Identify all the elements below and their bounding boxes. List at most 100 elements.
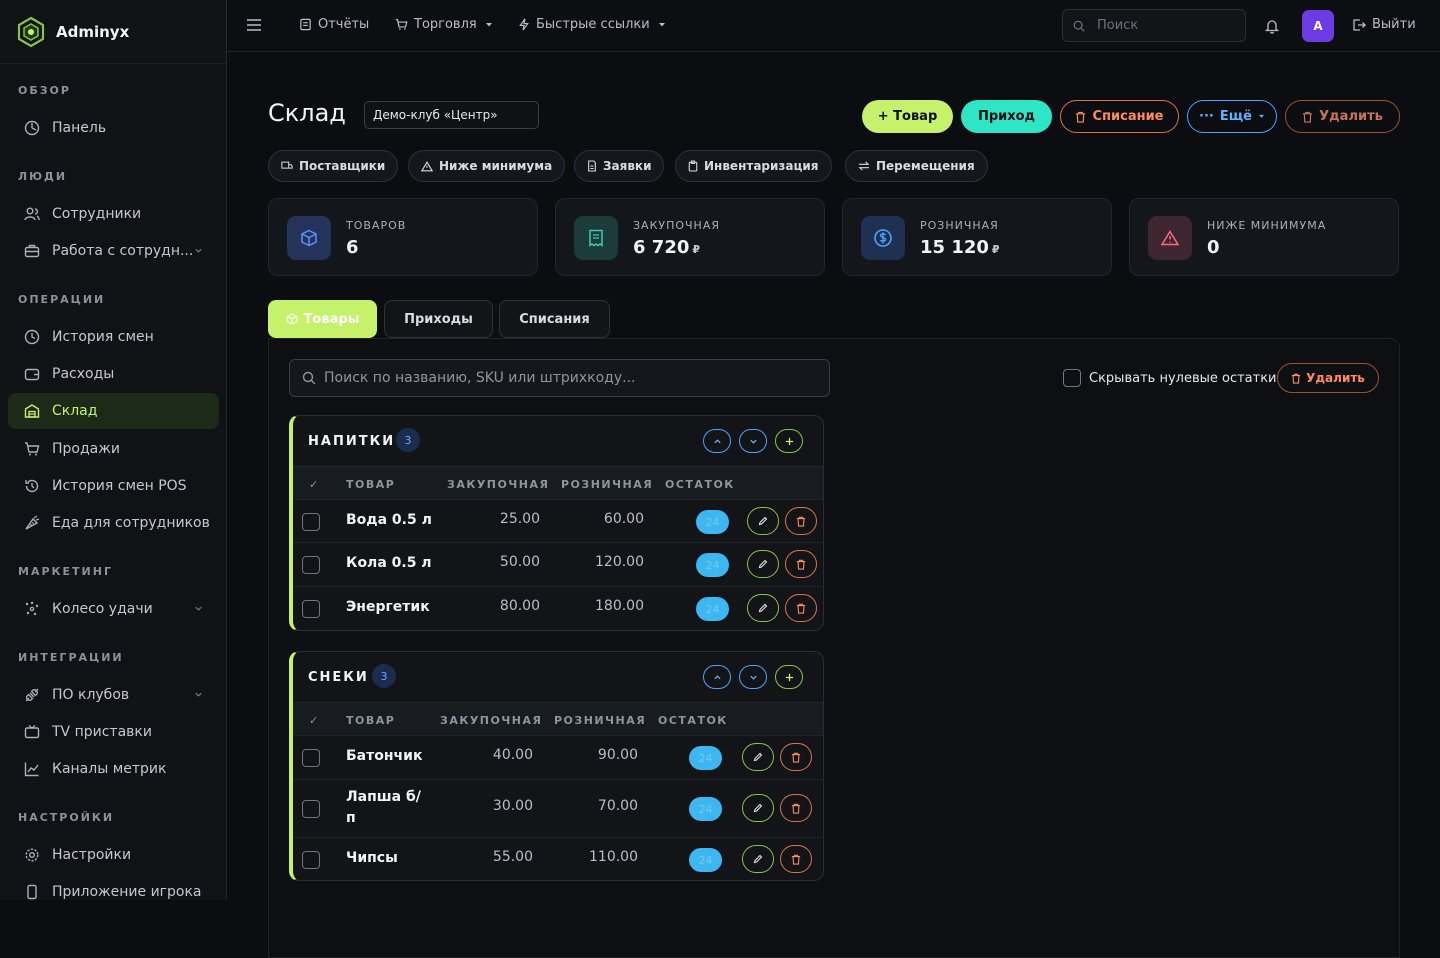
nav-quick-links[interactable]: Быстрые ссылки — [518, 17, 672, 32]
chip-label: Поставщики — [299, 159, 385, 173]
tab-products[interactable]: Товары — [268, 300, 377, 338]
caret-down-icon — [1258, 114, 1265, 119]
delete-button[interactable]: Удалить — [1285, 100, 1400, 133]
edit-button[interactable] — [742, 743, 774, 771]
stat-card-below-min: НИЖЕ МИНИМУМА 0 — [1129, 198, 1399, 276]
sidebar-item-player-app[interactable]: Приложение игрока — [8, 874, 219, 900]
more-button[interactable]: ··· Ещё — [1187, 100, 1277, 133]
row-checkbox[interactable] — [302, 600, 320, 618]
sidebar-item-metrics[interactable]: Каналы метрик — [8, 751, 219, 787]
sidebar-item-expenses[interactable]: Расходы — [8, 356, 219, 392]
menu-toggle-icon[interactable] — [246, 18, 262, 32]
sidebar-item-staff-food[interactable]: Еда для сотрудников — [8, 505, 219, 541]
products-panel: Поиск по названию, SKU или штрихкоду... … — [268, 338, 1400, 958]
writeoff-button[interactable]: Списание — [1060, 100, 1179, 133]
bulk-delete-label: Удалить — [1306, 371, 1365, 385]
edit-button[interactable] — [742, 794, 774, 822]
sidebar-item-settings[interactable]: Настройки — [8, 837, 219, 873]
nav-quick-links-label: Быстрые ссылки — [536, 17, 650, 32]
group-count-badge: 3 — [372, 664, 396, 688]
delete-row-button[interactable] — [780, 743, 812, 771]
tab-writeoffs[interactable]: Списания — [499, 300, 610, 338]
move-down-button[interactable] — [739, 429, 767, 453]
nav-trade[interactable]: Торговля — [395, 17, 499, 32]
food-icon — [24, 515, 40, 531]
trash-icon — [1291, 373, 1301, 384]
edit-button[interactable] — [747, 594, 779, 622]
stat-number: 6 720 — [633, 237, 689, 258]
hide-zero-checkbox[interactable] — [1063, 369, 1081, 387]
sidebar-item-employees[interactable]: Сотрудники — [8, 196, 219, 232]
avatar[interactable]: A — [1302, 10, 1334, 42]
sidebar-item-tv[interactable]: TV приставки — [8, 714, 219, 750]
tab-incomes[interactable]: Приходы — [384, 300, 493, 338]
purchase-price: 50.00 — [500, 554, 540, 570]
sidebar-item-dashboard[interactable]: Панель — [8, 110, 219, 146]
logo-icon — [16, 16, 46, 48]
edit-button[interactable] — [747, 550, 779, 578]
delete-row-button[interactable] — [785, 550, 817, 578]
product-search-input[interactable]: Поиск по названию, SKU или штрихкоду... — [289, 359, 830, 397]
chip-transfers[interactable]: Перемещения — [845, 150, 988, 182]
tab-label: Товары — [304, 312, 360, 327]
column-retail: РОЗНИЧНАЯ — [554, 714, 646, 727]
delete-row-button[interactable] — [780, 794, 812, 822]
edit-button[interactable] — [742, 845, 774, 873]
nav-reports[interactable]: Отчёты — [299, 17, 369, 32]
stat-value: 15 120₽ — [920, 237, 1000, 258]
wallet-icon — [24, 366, 40, 382]
bulk-delete-button[interactable]: Удалить — [1277, 363, 1379, 393]
page-title: Склад — [268, 99, 346, 127]
sidebar-item-club-software[interactable]: ПО клубов — [8, 677, 219, 713]
retail-price: 110.00 — [589, 849, 638, 865]
sidebar-item-sales[interactable]: Продажи — [8, 431, 219, 467]
move-up-button[interactable] — [703, 665, 731, 689]
add-product-button[interactable]: + Товар — [862, 100, 953, 133]
add-to-group-button[interactable] — [775, 429, 803, 453]
move-down-button[interactable] — [739, 665, 767, 689]
sidebar-item-work[interactable]: Работа с сотрудн... — [8, 233, 219, 269]
global-search-input[interactable]: Поиск — [1062, 9, 1246, 42]
brand[interactable]: Adminyx — [0, 0, 226, 64]
section-title-operations: ОПЕРАЦИИ — [0, 291, 105, 309]
delete-row-button[interactable] — [785, 594, 817, 622]
row-checkbox[interactable] — [302, 556, 320, 574]
chip-below-min[interactable]: Ниже минимума — [408, 150, 565, 182]
sidebar-item-warehouse[interactable]: Склад — [8, 393, 219, 429]
row-checkbox[interactable] — [302, 513, 320, 531]
product-name: Энергетик — [346, 597, 430, 618]
income-button[interactable]: Приход — [961, 100, 1052, 133]
logout-button[interactable]: Выйти — [1352, 17, 1416, 32]
sidebar-item-shift-history[interactable]: История смен — [8, 319, 219, 355]
hide-zero-toggle[interactable]: Скрывать нулевые остатки — [1063, 369, 1277, 387]
stat-currency: ₽ — [692, 243, 700, 256]
sidebar-item-pos-history[interactable]: История смен POS — [8, 468, 219, 504]
chip-requests[interactable]: Заявки — [574, 150, 664, 182]
chip-inventory[interactable]: Инвентаризация — [675, 150, 832, 182]
club-select[interactable]: Демо-клуб «Центр» — [364, 101, 539, 129]
gear-icon — [24, 847, 40, 863]
delete-row-button[interactable] — [785, 507, 817, 535]
row-checkbox[interactable] — [302, 800, 320, 818]
delete-row-button[interactable] — [780, 845, 812, 873]
sidebar-item-label: История смен POS — [52, 478, 187, 494]
bell-icon[interactable] — [1265, 19, 1279, 34]
edit-button[interactable] — [747, 507, 779, 535]
sidebar: Adminyx ОБЗОР Панель ЛЮДИ Сотрудники Раб… — [0, 0, 227, 900]
alert-icon — [1148, 216, 1192, 260]
table-row: Кола 0.5 л 50.00 120.00 24 — [293, 543, 823, 587]
stat-number: 0 — [1207, 237, 1220, 258]
row-checkbox[interactable] — [302, 749, 320, 767]
add-to-group-button[interactable] — [775, 665, 803, 689]
row-checkbox[interactable] — [302, 851, 320, 869]
sidebar-item-label: Продажи — [52, 441, 120, 457]
column-stock: ОСТАТОК — [665, 478, 735, 491]
table-row: Батончик 40.00 90.00 24 — [293, 736, 823, 780]
sidebar-item-wheel[interactable]: Колесо удачи — [8, 591, 219, 627]
section-title-overview: ОБЗОР — [0, 82, 71, 100]
stock-badge: 24 — [689, 746, 722, 770]
product-name: Лапша б/п — [346, 787, 426, 829]
chip-suppliers[interactable]: Поставщики — [268, 150, 398, 182]
delete-label: Удалить — [1319, 109, 1383, 124]
move-up-button[interactable] — [703, 429, 731, 453]
